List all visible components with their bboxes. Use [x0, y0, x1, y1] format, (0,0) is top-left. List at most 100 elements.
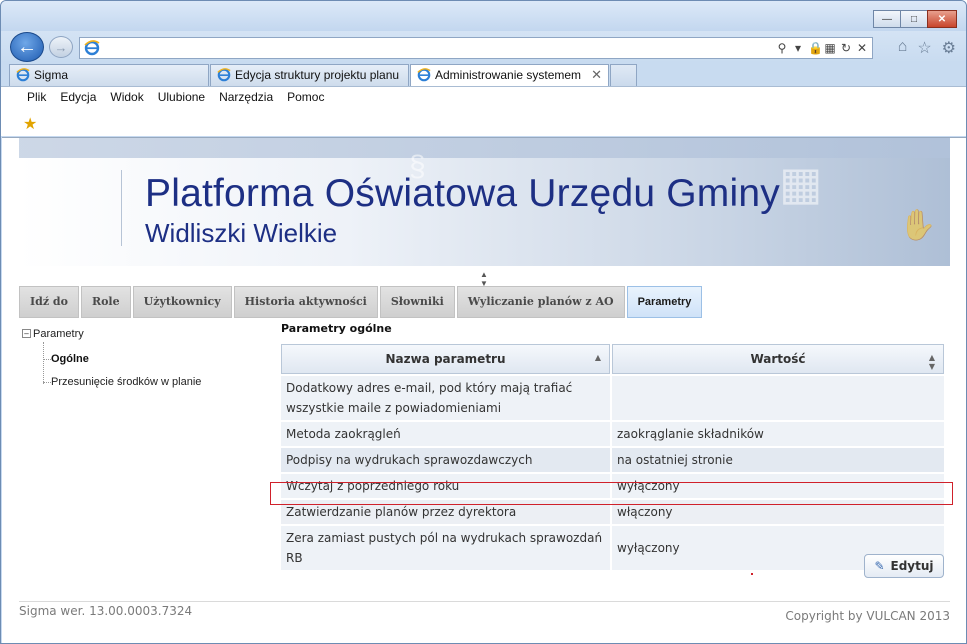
table-row[interactable]: Podpisy na wydrukach sprawozdawczych na … [281, 448, 944, 472]
minimize-button[interactable]: — [873, 10, 901, 28]
copyright-text: Copyright by VULCAN 2013 [785, 609, 950, 623]
tree-root-label: Parametry [33, 328, 84, 340]
version-text: Sigma wer. 13.00.0003.7324 [19, 604, 193, 618]
edit-button[interactable]: ✎ Edytuj [864, 554, 944, 578]
column-header-value[interactable]: Wartość ▲ ▼ [612, 344, 944, 374]
page-subtitle: Widliszki Wielkie [145, 218, 338, 248]
search-icon[interactable]: ⚲ [776, 40, 788, 56]
sort-ascending-icon: ▲ [594, 353, 601, 362]
edit-button-label: Edytuj [890, 559, 934, 573]
favorites-star-icon[interactable]: ☆ [917, 38, 931, 58]
collapse-tree-icon[interactable]: – [22, 329, 31, 338]
tree-root-node[interactable]: – Parametry [22, 328, 84, 340]
sort-icon: ▲ ▼ [928, 353, 935, 371]
new-tab-button[interactable] [610, 64, 637, 86]
highlighted-row-outline [270, 482, 953, 505]
column-header-name-label: Nazwa parametru [385, 352, 506, 366]
table-row[interactable]: Zera zamiast pustych pól na wydrukach sp… [281, 526, 944, 570]
param-value-cell: na ostatniej stronie [612, 448, 944, 472]
menu-ulubione[interactable]: Ulubione [158, 90, 205, 104]
main-nav-tabs: Idź do Role Użytkownicy Historia aktywno… [19, 286, 704, 318]
nav-tab-slowniki[interactable]: Słowniki [379, 286, 455, 318]
maximize-icon: □ [910, 13, 918, 25]
close-window-button[interactable]: ✕ [927, 10, 957, 28]
tab-sigma[interactable]: Sigma [9, 64, 209, 86]
param-name-cell: Podpisy na wydrukach sprawozdawczych [281, 448, 610, 472]
tab-edycja[interactable]: Edycja struktury projektu planu [210, 64, 409, 86]
ie-logo-icon [217, 68, 231, 86]
dropdown-icon[interactable]: ▾ [792, 40, 804, 56]
tree-item-przesuniecie-srodkow[interactable]: Przesunięcie środków w planie [51, 376, 201, 388]
tree-connector [43, 382, 51, 383]
nav-tab-role[interactable]: Role [80, 286, 131, 318]
param-name-cell: Dodatkowy adres e-mail, pod który mają t… [281, 376, 610, 420]
param-name-cell: Metoda zaokrągleń [281, 422, 610, 446]
window-controls: — □ ✕ [873, 10, 957, 28]
tab-label: Sigma [34, 68, 69, 82]
pencil-icon: ✎ [874, 559, 885, 573]
title-bar: — □ ✕ [1, 1, 966, 31]
back-button[interactable]: ← [10, 32, 44, 62]
address-bar[interactable]: ⚲ ▾ 🔒 ▦ ↻ ✕ [79, 37, 873, 59]
parameters-heading: Parametry ogólne [281, 322, 392, 335]
settings-gear-icon[interactable]: ⚙ [942, 38, 956, 58]
cursor-dot [751, 573, 753, 575]
tab-strip: Sigma Edycja struktury projektu planu Ad… [1, 63, 966, 87]
nav-tab-historia-aktywnosci[interactable]: Historia aktywności [233, 286, 378, 318]
maximize-button[interactable]: □ [900, 10, 928, 28]
ie-logo-icon [84, 40, 100, 59]
toolbar-icons: ⌂ ☆ ⚙ [898, 38, 956, 58]
refresh-icon[interactable]: ↻ [840, 40, 852, 56]
favorites-bar-icon[interactable]: ★ [23, 114, 37, 134]
address-bar-icons: ⚲ ▾ 🔒 ▦ ↻ ✕ [776, 40, 868, 56]
ie-logo-icon [417, 68, 431, 87]
nav-tab-idz-do[interactable]: Idź do [19, 286, 79, 318]
tab-label: Administrowanie systemem [435, 68, 582, 82]
page-title: Platforma Oświatowa Urzędu Gminy [145, 172, 780, 215]
minimize-icon: — [882, 13, 892, 25]
tab-label: Edycja struktury projektu planu [235, 68, 400, 82]
browser-window: — □ ✕ ← → ⚲ ▾ 🔒 ▦ ↻ ✕ ⌂ ☆ ⚙ Sigma Edycja… [0, 0, 967, 644]
param-name-cell: Zera zamiast pustych pól na wydrukach sp… [281, 526, 610, 570]
page-content: § ▦ ✋ Platforma Oświatowa Urzędu Gminy W… [2, 137, 966, 643]
column-header-value-label: Wartość [750, 352, 806, 366]
home-icon[interactable]: ⌂ [898, 38, 908, 58]
parameters-panel: Parametry ogólne Nazwa parametru ▲ Warto… [281, 322, 944, 572]
tree-connector [43, 359, 51, 360]
stop-icon[interactable]: ✕ [856, 40, 868, 56]
parameters-table: Nazwa parametru ▲ Wartość ▲ ▼ Dodatkowy a… [279, 342, 946, 572]
menu-bar: Plik Edycja Widok Ulubione Narzędzia Pom… [1, 86, 966, 136]
ie-logo-icon [16, 68, 30, 86]
param-value-cell: zaokrąglanie składników [612, 422, 944, 446]
nav-tab-parametry[interactable]: Parametry [626, 286, 703, 318]
column-header-name[interactable]: Nazwa parametru ▲ [281, 344, 610, 374]
menu-narzedzia[interactable]: Narzędzia [219, 90, 273, 104]
tree-item-ogolne[interactable]: Ogólne [51, 353, 89, 365]
table-row[interactable]: Dodatkowy adres e-mail, pod który mają t… [281, 376, 944, 420]
table-row[interactable]: Metoda zaokrągleń zaokrąglanie składnikó… [281, 422, 944, 446]
menu-plik[interactable]: Plik [27, 90, 46, 104]
close-tab-icon[interactable]: ✕ [591, 65, 602, 85]
footer-divider [19, 601, 950, 602]
nav-tab-uzytkownicy[interactable]: Użytkownicy [132, 286, 232, 318]
tab-administrowanie[interactable]: Administrowanie systemem ✕ [410, 64, 609, 87]
menu-edycja[interactable]: Edycja [60, 90, 96, 104]
banner-divider [121, 170, 122, 246]
navigation-bar: ← → ⚲ ▾ 🔒 ▦ ↻ ✕ ⌂ ☆ ⚙ [1, 31, 966, 63]
param-value-cell [612, 376, 944, 420]
table-decoration: ▦ [779, 157, 823, 209]
close-icon: ✕ [937, 13, 947, 25]
forward-button[interactable]: → [49, 36, 73, 58]
header-banner: § ▦ ✋ Platforma Oświatowa Urzędu Gminy W… [19, 138, 950, 266]
hand-decoration: ✋ [899, 209, 937, 242]
address-input[interactable] [106, 40, 766, 56]
compat-view-icon[interactable]: ▦ [824, 40, 836, 56]
menu-widok[interactable]: Widok [110, 90, 143, 104]
nav-tab-wyliczanie-planow[interactable]: Wyliczanie planów z AO [456, 286, 625, 318]
banner-top-band [19, 138, 950, 158]
menu-pomoc[interactable]: Pomoc [287, 90, 324, 104]
forward-arrow-icon: → [54, 39, 68, 55]
back-arrow-icon: ← [17, 35, 37, 58]
tree-connector [43, 342, 44, 384]
lock-icon[interactable]: 🔒 [808, 40, 823, 56]
